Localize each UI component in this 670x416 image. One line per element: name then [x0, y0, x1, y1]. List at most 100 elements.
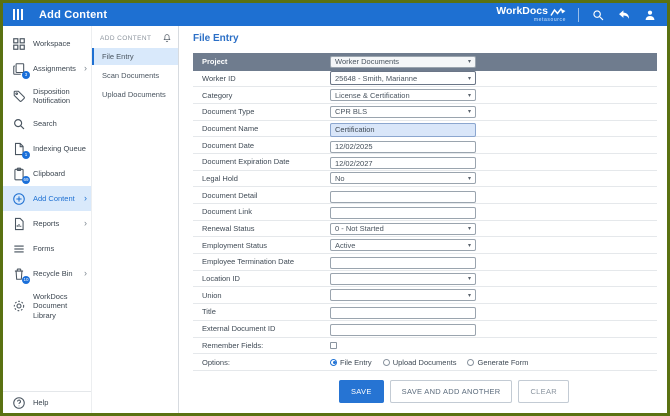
employment-status-select[interactable]: Active ▾ [330, 239, 476, 252]
file-entry-form: Project Worker Documents ▾ Worker ID 256… [193, 53, 657, 403]
form-row-document-date: Document Date [193, 137, 657, 154]
renewal-status-select[interactable]: 0 - Not Started ▾ [330, 222, 476, 235]
sidebar: Workspace 3 Assignments › Disposition No… [3, 26, 92, 413]
form-row-options: Options: File Entry Upload Documents Gen… [193, 354, 657, 371]
category-select[interactable]: License & Certification ▾ [330, 89, 476, 102]
form-row-document-name: Document Name [193, 121, 657, 138]
legal-hold-select[interactable]: No ▾ [330, 172, 476, 185]
form-row-employment-status: Employment Status Active ▾ [193, 237, 657, 255]
sidebar-item-workdocs-document-library[interactable]: WorkDocs Document Library [3, 286, 91, 326]
sidebar-item-reports[interactable]: Reports › [3, 211, 91, 236]
option-generate-form[interactable]: Generate Form [467, 358, 528, 367]
chevron-down-icon: ▾ [467, 242, 471, 249]
radio-icon[interactable] [467, 358, 475, 366]
union-select[interactable]: ▾ [330, 289, 476, 302]
submenu-item-scan-documents[interactable]: Scan Documents [92, 67, 178, 84]
app-window: Add Content WorkDocs metasource Workspac… [0, 0, 670, 416]
user-icon[interactable] [643, 8, 657, 22]
forms-icon [12, 242, 26, 256]
document-name-input[interactable] [330, 122, 476, 137]
chevron-right-icon: › [84, 193, 87, 203]
bell-icon[interactable] [162, 33, 172, 43]
assignments-icon: 3 [12, 62, 30, 79]
page-title: Add Content [39, 8, 108, 21]
sidebar-item-forms[interactable]: Forms [3, 236, 91, 261]
document-expiration-date-input[interactable] [330, 157, 476, 170]
recycle-bin-icon: 10 [12, 267, 30, 284]
form-row-external-document-id: External Document ID [193, 321, 657, 338]
document-type-select[interactable]: CPR BLS ▾ [330, 105, 476, 118]
radio-icon[interactable] [330, 358, 337, 366]
top-header: Add Content WorkDocs metasource [3, 3, 667, 26]
sidebar-item-recycle-bin[interactable]: 10 Recycle Bin › [3, 261, 91, 286]
chevron-down-icon: ▾ [467, 109, 471, 116]
form-actions: SAVE SAVE AND ADD ANOTHER CLEAR [339, 379, 657, 403]
indexing-queue-badge: 1 [22, 150, 30, 159]
tag-icon [12, 89, 26, 103]
document-link-input[interactable] [330, 207, 476, 220]
option-file-entry[interactable]: File Entry [330, 358, 372, 367]
chevron-right-icon: › [84, 268, 87, 278]
form-row-document-link: Document Link [193, 204, 657, 221]
reports-icon [12, 217, 26, 231]
sidebar-item-workspace[interactable]: Workspace [3, 31, 91, 56]
radio-icon[interactable] [382, 358, 390, 366]
form-row-employee-termination-date: Employee Termination Date [193, 254, 657, 271]
reply-arrow-icon[interactable] [617, 8, 631, 22]
search-icon[interactable] [591, 8, 605, 22]
clear-button[interactable]: CLEAR [518, 379, 569, 403]
sidebar-item-indexing-queue[interactable]: 1 Indexing Queue [3, 136, 91, 161]
employee-termination-date-input[interactable] [330, 257, 476, 270]
submenu-item-file-entry[interactable]: File Entry [92, 48, 178, 65]
chevron-down-icon: ▾ [467, 175, 471, 182]
add-content-submenu: ADD CONTENT File Entry Scan Documents Up… [92, 26, 179, 413]
main-content: File Entry Project Worker Documents ▾ Wo… [179, 26, 667, 413]
sidebar-item-search[interactable]: Search [3, 111, 91, 136]
external-document-id-input[interactable] [330, 324, 476, 337]
workspace-icon [12, 37, 26, 51]
chevron-down-icon: ▾ [467, 75, 471, 82]
assignments-badge: 3 [22, 70, 30, 79]
form-row-worker-id: Worker ID 25648 - Smith, Marianne ▾ [193, 71, 657, 88]
save-button[interactable]: SAVE [339, 379, 384, 403]
library-icon [12, 299, 26, 313]
chevron-down-icon: ▾ [467, 226, 471, 233]
sidebar-item-assignments[interactable]: 3 Assignments › [3, 56, 91, 81]
form-row-renewal-status: Renewal Status 0 - Not Started ▾ [193, 221, 657, 238]
clipboard-icon: 69 [12, 167, 30, 184]
option-upload-documents[interactable]: Upload Documents [382, 358, 456, 367]
sidebar-item-help[interactable]: Help [3, 391, 91, 413]
form-row-location-id: Location ID ▾ [193, 271, 657, 288]
location-id-select[interactable]: ▾ [330, 272, 476, 285]
form-row-document-detail: Document Detail [193, 187, 657, 204]
submenu-title: ADD CONTENT [100, 34, 152, 42]
title-input[interactable] [330, 307, 476, 320]
document-date-input[interactable] [330, 140, 476, 153]
menu-icon[interactable] [13, 9, 23, 20]
brand-name: WorkDocs [496, 5, 548, 18]
form-title: File Entry [193, 33, 239, 44]
form-row-title: Title [193, 304, 657, 321]
form-row-document-type: Document Type CPR BLS ▾ [193, 104, 657, 121]
document-detail-input[interactable] [330, 190, 476, 203]
save-and-add-another-button[interactable]: SAVE AND ADD ANOTHER [389, 379, 513, 403]
worker-id-select[interactable]: 25648 - Smith, Marianne ▾ [330, 71, 476, 86]
form-row-document-expiration-date: Document Expiration Date [193, 154, 657, 171]
chevron-down-icon: ▾ [467, 92, 471, 99]
submenu-item-upload-documents[interactable]: Upload Documents [92, 86, 178, 103]
project-select[interactable]: Worker Documents ▾ [330, 55, 476, 68]
form-row-union: Union ▾ [193, 287, 657, 305]
search-icon [12, 117, 26, 131]
clipboard-badge: 69 [22, 175, 30, 184]
sidebar-item-clipboard[interactable]: 69 Clipboard [3, 161, 91, 186]
chevron-down-icon: ▾ [467, 292, 471, 299]
form-row-legal-hold: Legal Hold No ▾ [193, 171, 657, 188]
chevron-right-icon: › [84, 218, 87, 228]
sidebar-item-add-content[interactable]: Add Content › [3, 186, 91, 211]
chevron-right-icon: › [84, 63, 87, 73]
brand-subtitle: metasource [533, 16, 566, 23]
form-row-category: Category License & Certification ▾ [193, 87, 657, 104]
sidebar-item-disposition-notification[interactable]: Disposition Notification [3, 81, 91, 111]
remember-fields-checkbox[interactable] [330, 342, 337, 350]
